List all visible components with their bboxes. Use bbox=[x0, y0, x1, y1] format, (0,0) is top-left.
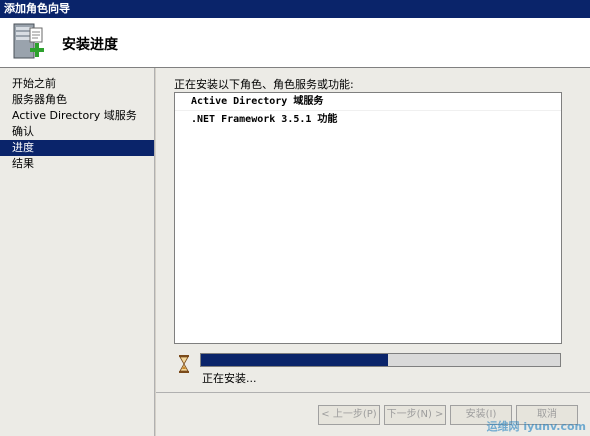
wizard-main: 正在安装以下角色、角色服务或功能: Active Directory 域服务 .… bbox=[156, 68, 590, 436]
sidebar-item-confirmation[interactable]: 确认 bbox=[0, 124, 154, 140]
wizard-sidebar: 开始之前 服务器角色 Active Directory 域服务 确认 进度 结果 bbox=[0, 68, 155, 436]
sidebar-item-results[interactable]: 结果 bbox=[0, 156, 154, 172]
install-list[interactable]: Active Directory 域服务 .NET Framework 3.5.… bbox=[174, 92, 562, 344]
prev-button[interactable]: < 上一步(P) bbox=[318, 405, 380, 425]
sidebar-item-ad-ds[interactable]: Active Directory 域服务 bbox=[0, 108, 154, 124]
sidebar-item-server-roles[interactable]: 服务器角色 bbox=[0, 92, 154, 108]
sidebar-item-progress[interactable]: 进度 bbox=[0, 140, 154, 156]
list-item[interactable]: .NET Framework 3.5.1 功能 bbox=[175, 110, 561, 128]
install-list-label: 正在安装以下角色、角色服务或功能: bbox=[174, 78, 354, 91]
watermark-text: 运维网 iyunv.com bbox=[486, 420, 586, 433]
install-status: 正在安装... bbox=[202, 372, 257, 385]
page-title: 安装进度 bbox=[62, 37, 118, 53]
window-title: 添加角色向导 bbox=[4, 2, 70, 15]
progress-bar-fill bbox=[201, 354, 388, 366]
sidebar-item-before-you-begin[interactable]: 开始之前 bbox=[0, 76, 154, 92]
hourglass-icon bbox=[179, 355, 189, 373]
install-progress-bar bbox=[200, 353, 561, 367]
watermark: 运维网 iyunv.com bbox=[487, 418, 586, 434]
server-add-icon bbox=[13, 23, 44, 59]
list-item[interactable]: Active Directory 域服务 bbox=[175, 93, 561, 110]
window-title-bar: 添加角色向导 bbox=[0, 0, 590, 18]
wizard-header: 安装进度 bbox=[0, 18, 590, 68]
next-button[interactable]: 下一步(N) > bbox=[384, 405, 446, 425]
